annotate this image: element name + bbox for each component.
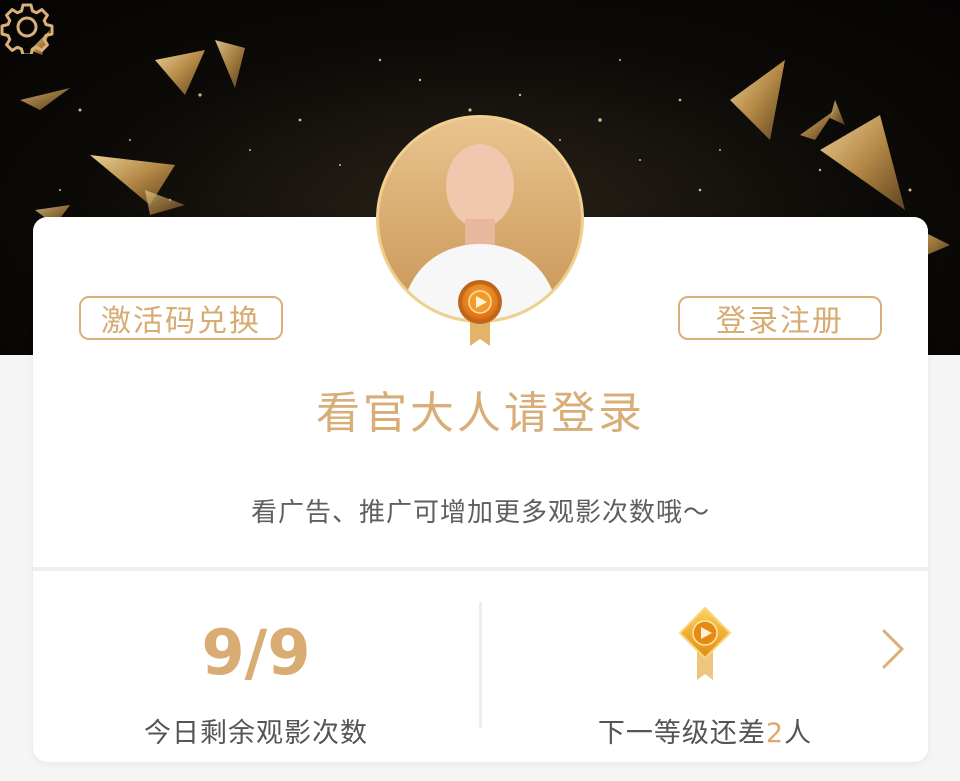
remaining-views-value: 9/9 (201, 616, 311, 689)
level-progress-label: 下一等级还差2人 (482, 711, 928, 750)
medal-icon (678, 606, 732, 680)
login-card: 激活码兑换 登录注册 看官大人请登录 看广告、推广可增加更多观影次数哦～ 9/9… (33, 115, 928, 762)
redeem-code-button[interactable]: 激活码兑换 (79, 296, 283, 340)
login-register-button[interactable]: 登录注册 (678, 296, 882, 340)
remaining-views-label: 今日剩余观影次数 (144, 718, 368, 749)
level-label-suffix: 人 (784, 718, 813, 749)
avatar-icon (376, 115, 584, 346)
chevron-right-icon[interactable] (880, 627, 906, 671)
hint-text: 看广告、推广可增加更多观影次数哦～ (250, 498, 710, 528)
avatar[interactable] (375, 114, 585, 346)
level-progress-stat[interactable]: 下一等级还差2人 (482, 571, 928, 762)
level-count: 2 (765, 718, 785, 749)
remaining-views-stat[interactable]: 9/9 今日剩余观影次数 (33, 571, 479, 762)
level-label-prefix: 下一等级还差 (597, 718, 766, 749)
page-title: 看官大人请登录 (316, 388, 645, 439)
gear-icon[interactable] (0, 0, 54, 54)
